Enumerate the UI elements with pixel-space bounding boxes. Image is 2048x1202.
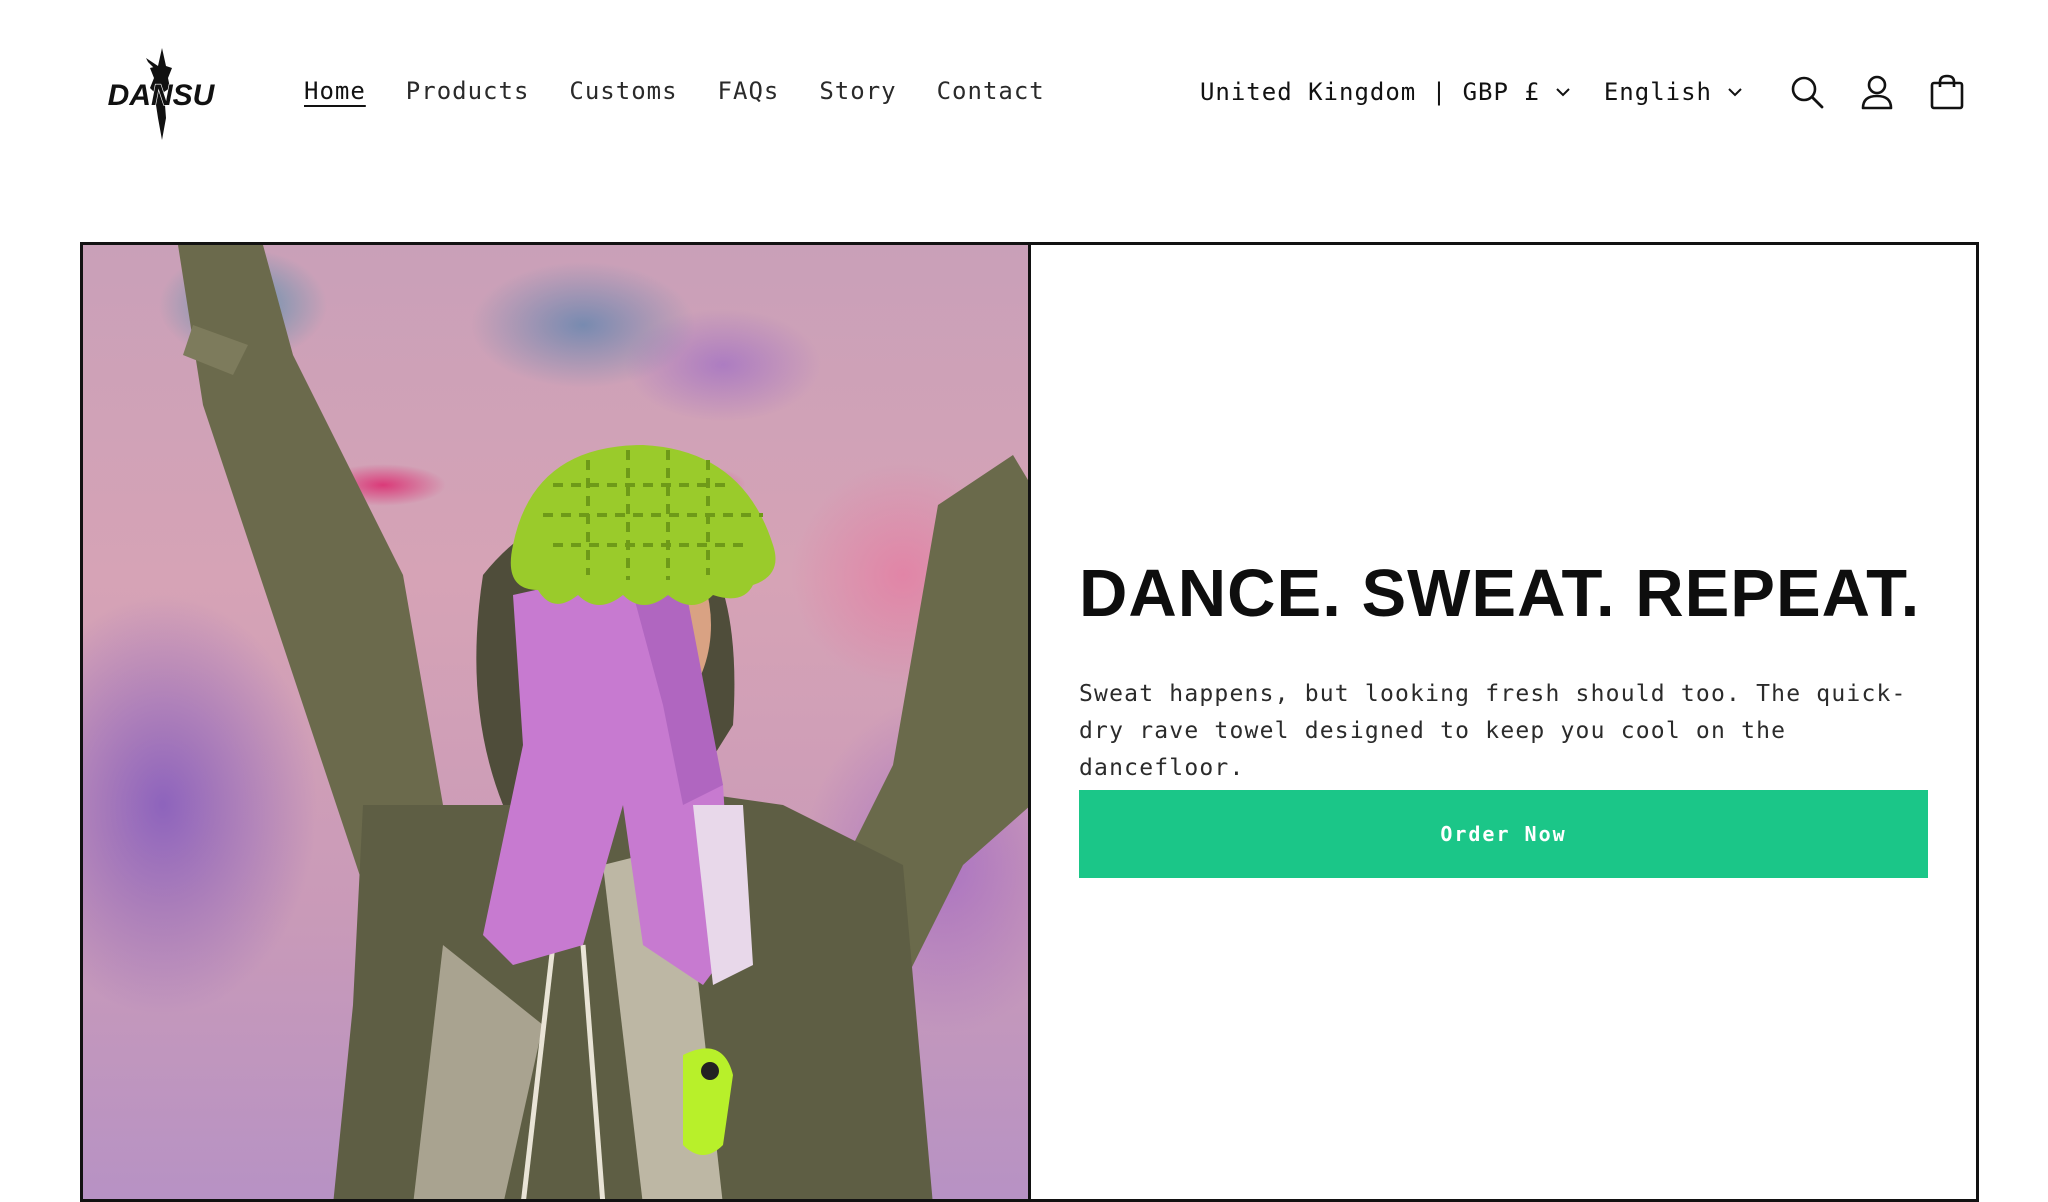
main-nav: Home Products Customs FAQs Story Contact	[304, 74, 1045, 108]
cart-button[interactable]	[1912, 62, 1982, 122]
header-utilities: United Kingdom | GBP £ English	[1200, 62, 1982, 122]
account-button[interactable]	[1842, 62, 1912, 122]
language-label: English	[1603, 78, 1712, 106]
search-button[interactable]	[1772, 62, 1842, 122]
language-selector[interactable]: English	[1604, 78, 1744, 106]
hero-description: Sweat happens, but looking fresh should …	[1079, 681, 1907, 781]
brand-logo[interactable]: DANSU	[104, 48, 218, 140]
country-currency-label: United Kingdom | GBP £	[1199, 78, 1540, 106]
account-icon	[1861, 75, 1893, 110]
site-header: DANSU Home Products Customs FAQs Story C…	[0, 0, 2048, 185]
hero-image	[83, 245, 1031, 1199]
hero-content: DANCE. SWEAT. REPEAT. Sweat happens, but…	[1031, 245, 1976, 1199]
cart-icon	[1930, 74, 1964, 110]
nav-products[interactable]: Products	[406, 74, 530, 108]
svg-text:DANSU: DANSU	[108, 79, 216, 112]
nav-home[interactable]: Home	[304, 74, 366, 108]
hero-title: DANCE. SWEAT. REPEAT.	[1079, 556, 1921, 631]
nav-customs[interactable]: Customs	[569, 74, 677, 108]
nav-faqs[interactable]: FAQs	[718, 74, 780, 108]
hero-photo-illustration	[178, 245, 1028, 1199]
country-currency-selector[interactable]: United Kingdom | GBP £	[1200, 78, 1572, 106]
nav-story[interactable]: Story	[819, 74, 896, 108]
chevron-down-icon	[1556, 88, 1570, 97]
search-icon	[1791, 76, 1824, 109]
chevron-down-icon	[1728, 88, 1742, 97]
nav-contact[interactable]: Contact	[937, 74, 1045, 108]
hero-banner: DANCE. SWEAT. REPEAT. Sweat happens, but…	[80, 242, 1979, 1202]
order-now-button[interactable]: Order Now	[1079, 790, 1928, 878]
logo-mark: DANSU	[107, 48, 216, 140]
